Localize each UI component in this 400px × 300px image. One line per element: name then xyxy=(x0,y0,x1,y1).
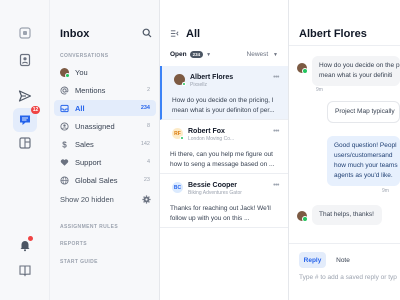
bell-icon[interactable] xyxy=(13,233,37,257)
sidebar-item-label: Global Sales xyxy=(75,175,118,185)
user-icon xyxy=(60,121,69,131)
message-bubble: That helps, thanks! xyxy=(312,205,382,225)
conversations-sidebar: Inbox CONVERSATIONS You Mentions 2 All 2… xyxy=(50,0,160,300)
inbox-badge: 12 xyxy=(31,106,40,114)
contact-company: Pixsellz xyxy=(190,82,207,88)
globe-icon xyxy=(60,175,69,185)
message-preview: Thanks for reaching out Jack! We'll foll… xyxy=(170,205,271,222)
sidebar-item-count: 8 xyxy=(146,123,150,129)
sidebar-item-you[interactable]: You xyxy=(54,64,156,80)
conversation-list: All Open 234 ▼ Newest ▼ Albert Flores Pi… xyxy=(160,0,289,300)
message-preview: How do you decide on the pricing, I mean… xyxy=(172,97,275,114)
reports-link[interactable]: REPORTS xyxy=(60,241,87,247)
sidebar-item-label: You xyxy=(75,67,88,77)
sidebar-item-label: Unassigned xyxy=(75,121,115,131)
gear-icon[interactable] xyxy=(142,195,151,204)
sort-label: Newest xyxy=(246,51,269,58)
assignment-rules-link[interactable]: ASSIGNMENT RULES xyxy=(60,224,118,230)
list-title: All xyxy=(186,28,201,40)
avatar: RF xyxy=(172,128,184,140)
contact-name: Robert Fox xyxy=(188,128,225,135)
message-timestamp: 9m xyxy=(382,188,389,194)
conversation-item[interactable]: BC Bessie Cooper Biking Adventures Gator… xyxy=(160,174,288,228)
notification-dot xyxy=(28,236,33,241)
collapse-sidebar-icon[interactable] xyxy=(170,29,179,38)
chevron-down-icon: ▼ xyxy=(206,51,212,58)
svg-text:$: $ xyxy=(62,140,67,148)
inbox-icon[interactable]: 12 xyxy=(13,106,40,132)
reports-icon[interactable] xyxy=(13,131,37,155)
contact-name: Albert Flores xyxy=(190,74,234,81)
chat-title: Albert Flores xyxy=(299,28,367,40)
message-preview: Hi there, can you help me figure out how… xyxy=(170,151,275,168)
sidebar-item-label: All xyxy=(75,103,85,113)
sidebar-item-label: Support xyxy=(75,157,102,167)
sidebar-item-mentions[interactable]: Mentions 2 xyxy=(54,82,156,98)
status-filter-dropdown[interactable]: Open 234 ▼ xyxy=(170,51,211,58)
sidebar-item-support[interactable]: Support 4 xyxy=(54,154,156,170)
divider xyxy=(289,243,400,244)
sidebar-item-label: Sales xyxy=(75,139,94,149)
sidebar-item-unassigned[interactable]: Unassigned 8 xyxy=(54,118,156,134)
sidebar-item-count: 234 xyxy=(140,105,150,111)
book-icon[interactable] xyxy=(13,258,37,282)
search-icon[interactable] xyxy=(142,28,152,38)
page-title: Inbox xyxy=(60,28,90,40)
avatar xyxy=(297,211,308,222)
avatar xyxy=(297,63,308,74)
contact-name: Bessie Cooper xyxy=(188,182,238,189)
more-icon[interactable]: ••• xyxy=(273,128,279,135)
sidebar-item-sales[interactable]: $ Sales 142 xyxy=(54,136,156,152)
more-icon[interactable]: ••• xyxy=(273,74,279,81)
sidebar-item-global-sales[interactable]: Global Sales 23 xyxy=(54,172,156,188)
tab-note[interactable]: Note xyxy=(332,252,354,268)
show-hidden-link[interactable]: Show 20 hidden xyxy=(60,195,114,204)
conversations-heading: CONVERSATIONS xyxy=(60,53,109,59)
message-input[interactable]: Type # to add a saved reply or type xyxy=(299,274,397,281)
status-filter-count: 234 xyxy=(189,51,204,58)
tab-reply[interactable]: Reply xyxy=(299,252,326,268)
contact-company: Biking Adventures Gator xyxy=(188,190,242,196)
sidebar-item-count: 4 xyxy=(146,159,150,165)
online-indicator xyxy=(180,136,184,140)
message-bubble: How do you decide on the pr mean what is… xyxy=(312,56,400,86)
status-filter-label: Open xyxy=(170,51,187,58)
avatar: BC xyxy=(172,182,183,193)
divider xyxy=(289,45,400,46)
sidebar-item-count: 23 xyxy=(143,177,150,183)
sidebar-item-all[interactable]: All 234 xyxy=(54,100,156,116)
sort-dropdown[interactable]: Newest ▼ xyxy=(247,51,278,58)
avatar xyxy=(174,74,186,86)
dollar-icon: $ xyxy=(60,140,69,148)
message-timestamp: 9m xyxy=(316,87,323,93)
more-icon[interactable]: ••• xyxy=(273,182,279,189)
sidebar-item-count: 2 xyxy=(146,87,150,93)
conversation-item[interactable]: RF Robert Fox London Moving Co... ••• Hi… xyxy=(160,120,288,174)
avatar xyxy=(60,67,70,78)
logo-icon[interactable] xyxy=(13,21,37,45)
at-icon xyxy=(60,86,69,95)
start-guide-link[interactable]: START GUIDE xyxy=(60,259,98,265)
contact-company: London Moving Co... xyxy=(188,136,235,142)
chevron-down-icon: ▼ xyxy=(273,52,278,58)
reply-bubble: Good question! Peopl users/customersand … xyxy=(327,136,400,186)
contacts-icon[interactable] xyxy=(13,48,37,72)
heart-icon xyxy=(60,158,69,167)
sidebar-item-count: 142 xyxy=(140,141,150,147)
online-indicator xyxy=(182,82,186,86)
send-icon[interactable] xyxy=(13,84,37,108)
note-bubble: Project Map typically xyxy=(327,101,400,123)
icon-rail: 12 xyxy=(0,0,50,300)
inbox-icon xyxy=(60,104,69,113)
chat-panel: Albert Flores How do you decide on the p… xyxy=(289,0,400,300)
sidebar-item-label: Mentions xyxy=(75,85,106,95)
conversation-item[interactable]: Albert Flores Pixsellz ••• How do you de… xyxy=(160,66,288,120)
